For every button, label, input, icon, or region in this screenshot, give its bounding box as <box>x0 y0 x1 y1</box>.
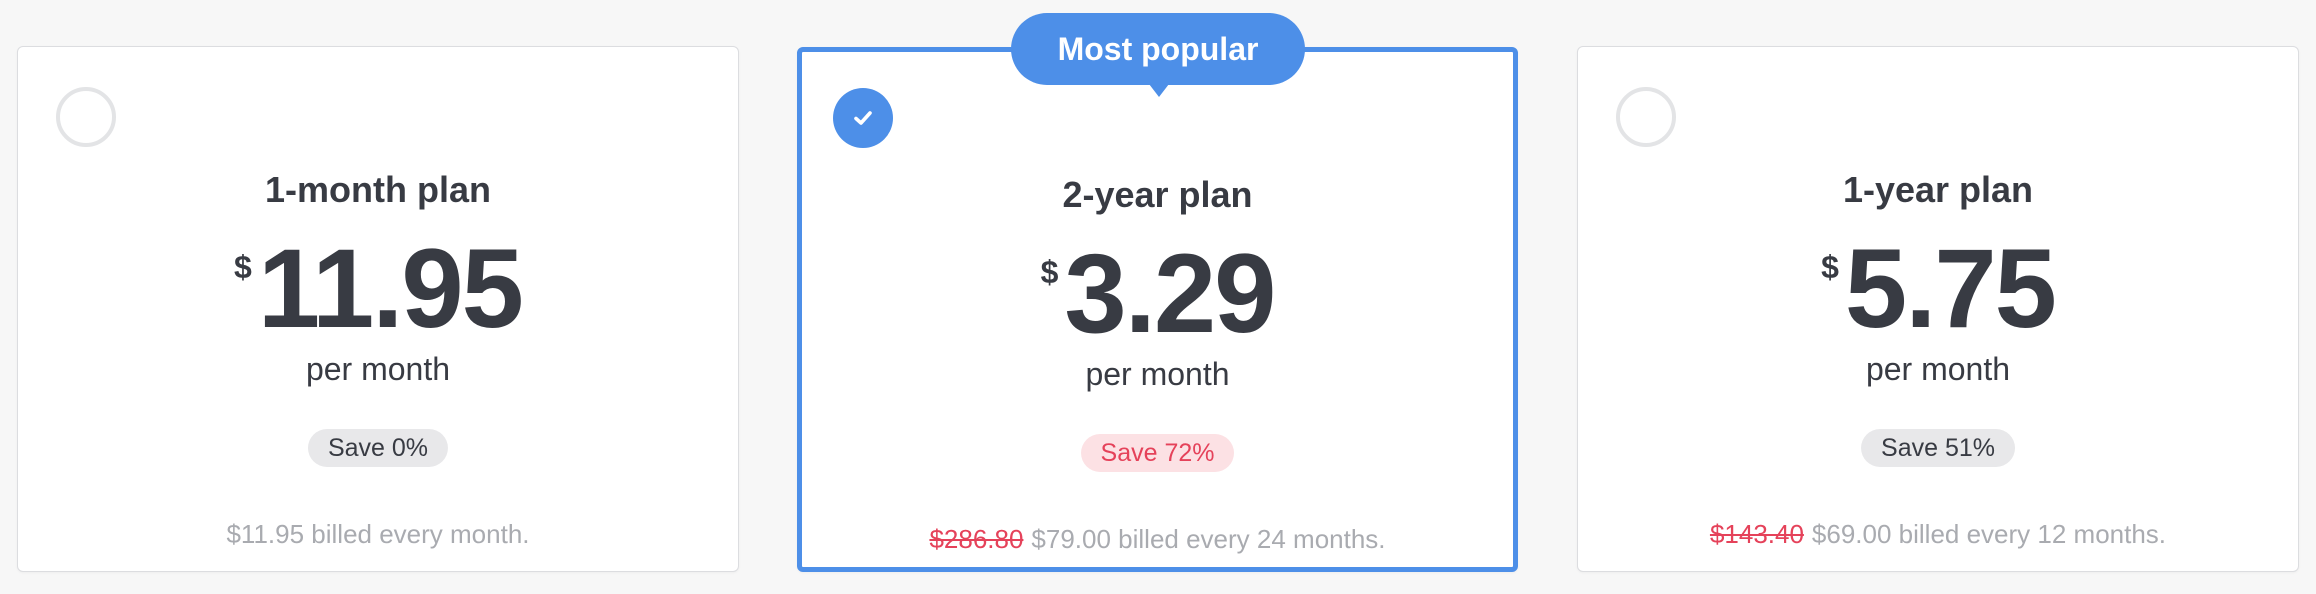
billing-info: $11.95 billed every month. <box>18 519 738 550</box>
price: $ 3.29 <box>802 238 1513 350</box>
original-price: $143.40 <box>1709 519 1804 549</box>
price-period: per month <box>1085 356 1230 392</box>
most-popular-badge: Most popular <box>1011 13 1305 97</box>
save-badge: Save 0% <box>307 429 449 467</box>
currency-symbol: $ <box>1821 249 1839 285</box>
plan-title: 1-year plan <box>1842 169 2034 210</box>
check-icon[interactable] <box>833 88 893 148</box>
radio-circle-icon[interactable] <box>56 87 116 147</box>
plan-title: 2-year plan <box>1062 174 1253 215</box>
billing-text: $79.00 billed every 24 months. <box>1031 524 1386 554</box>
billing-text: $69.00 billed every 12 months. <box>1811 519 2167 549</box>
currency-symbol: $ <box>1040 254 1059 290</box>
radio-circle-icon[interactable] <box>1616 87 1676 147</box>
price: $ 5.75 <box>1578 233 2298 345</box>
currency-symbol: $ <box>234 249 252 285</box>
original-price: $286.80 <box>929 524 1024 554</box>
price: $ 11.95 <box>18 233 738 345</box>
price-period: per month <box>1865 351 2011 387</box>
billing-info: $143.40 $69.00 billed every 12 months. <box>1578 519 2298 550</box>
plan-card-1-month[interactable]: 1-month plan $ 11.95 per month Save 0% $… <box>17 46 739 572</box>
most-popular-label: Most popular <box>1057 30 1259 67</box>
price-period: per month <box>305 351 451 387</box>
save-badge: Save 51% <box>1861 429 2015 467</box>
badge-pointer <box>1149 84 1169 97</box>
price-amount: 5.75 <box>1844 226 2057 351</box>
save-badge: Save 72% <box>1080 434 1235 472</box>
plan-card-2-year[interactable]: 2-year plan $ 3.29 per month Save 72% $2… <box>797 47 1518 572</box>
plan-title: 1-month plan <box>265 169 491 210</box>
plan-card-1-year[interactable]: 1-year plan $ 5.75 per month Save 51% $1… <box>1577 46 2299 572</box>
price-amount: 3.29 <box>1064 231 1276 356</box>
price-amount: 11.95 <box>257 226 524 351</box>
billing-text: $11.95 billed every month. <box>226 519 530 549</box>
billing-info: $286.80 $79.00 billed every 24 months. <box>802 524 1513 555</box>
